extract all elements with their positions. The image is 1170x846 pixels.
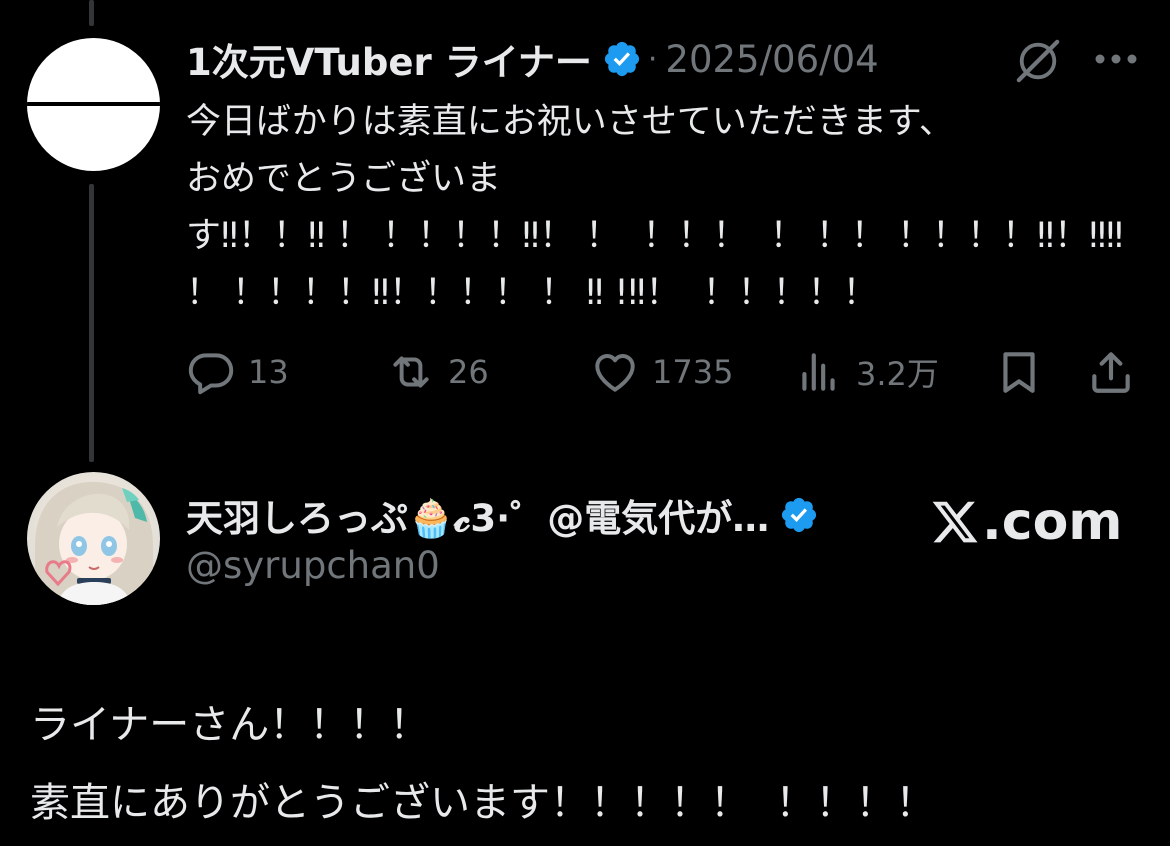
watermark-text: .com	[982, 492, 1123, 552]
reply-text: ライナーさん！！！！ 素直にありがとうございます！！！！！ ！！！！	[30, 686, 935, 842]
author-name[interactable]: 1次元VTuber ライナー	[186, 32, 592, 86]
avatar[interactable]	[27, 472, 160, 605]
grok-icon[interactable]	[1015, 38, 1061, 84]
share-icon	[1092, 352, 1130, 393]
repost-button[interactable]: 26	[386, 342, 489, 402]
tweet-text-line: 今日ばかりは素直にお祝いさせていただきます、	[186, 102, 954, 142]
x-watermark: .com	[930, 492, 1123, 552]
anime-girl-avatar-illustration	[35, 481, 153, 605]
views-button[interactable]: 3.2万	[794, 342, 939, 402]
repost-icon	[393, 356, 429, 388]
share-button[interactable]	[1086, 342, 1136, 402]
tweet-text-line: おめでとうございま	[186, 159, 502, 199]
verified-badge-icon	[782, 497, 817, 533]
bookmark-icon	[1003, 352, 1035, 393]
action-bar: 13 26 1735 3.2万	[186, 342, 1146, 402]
author-name[interactable]: 天羽しろっぷ🧁𝓬3·゜@電気代が…	[186, 488, 769, 542]
heart-icon	[595, 353, 635, 392]
avatar[interactable]	[27, 38, 160, 171]
reply-text-line: ライナーさん！！！！	[30, 702, 430, 748]
author-handle[interactable]: @syrupchan0	[186, 544, 440, 587]
reply-count: 13	[248, 353, 289, 391]
x-logo-icon	[932, 501, 978, 543]
separator-dot: ·	[647, 41, 658, 77]
view-count: 3.2万	[856, 355, 939, 393]
reply-text-line: 素直にありがとうございます！！！！！ ！！！！	[30, 780, 936, 826]
tweet-text-line: す‼！！‼ ！ ！！！！‼！ ！ ！！！ ！ ！！ ！！！！‼！‼‼	[186, 216, 1124, 256]
more-icon[interactable]	[1094, 53, 1138, 65]
post-date[interactable]: 2025/06/04	[665, 38, 878, 81]
like-button[interactable]: 1735	[590, 342, 733, 402]
reply-icon	[188, 353, 234, 395]
like-count: 1735	[652, 353, 734, 391]
repost-count: 26	[448, 353, 489, 391]
thread-line-top	[89, 0, 94, 26]
bookmark-button[interactable]	[994, 342, 1044, 402]
tweet-header: 天羽しろっぷ🧁𝓬3·゜@電気代が…	[186, 490, 819, 540]
tweet-text: 今日ばかりは素直にお祝いさせていただきます、 おめでとうございま す‼！！‼ ！…	[186, 94, 1124, 322]
views-icon	[802, 353, 835, 391]
tweet-text-line: ！ ！！！！‼！！！！ ！ ‼ !‼！ ！！！！！	[186, 273, 878, 313]
thread-line	[89, 184, 94, 462]
tweet-header: 1次元VTuber ライナー · 2025/06/04	[186, 32, 879, 86]
reply-button[interactable]: 13	[186, 342, 289, 402]
verified-badge-icon	[604, 41, 639, 77]
